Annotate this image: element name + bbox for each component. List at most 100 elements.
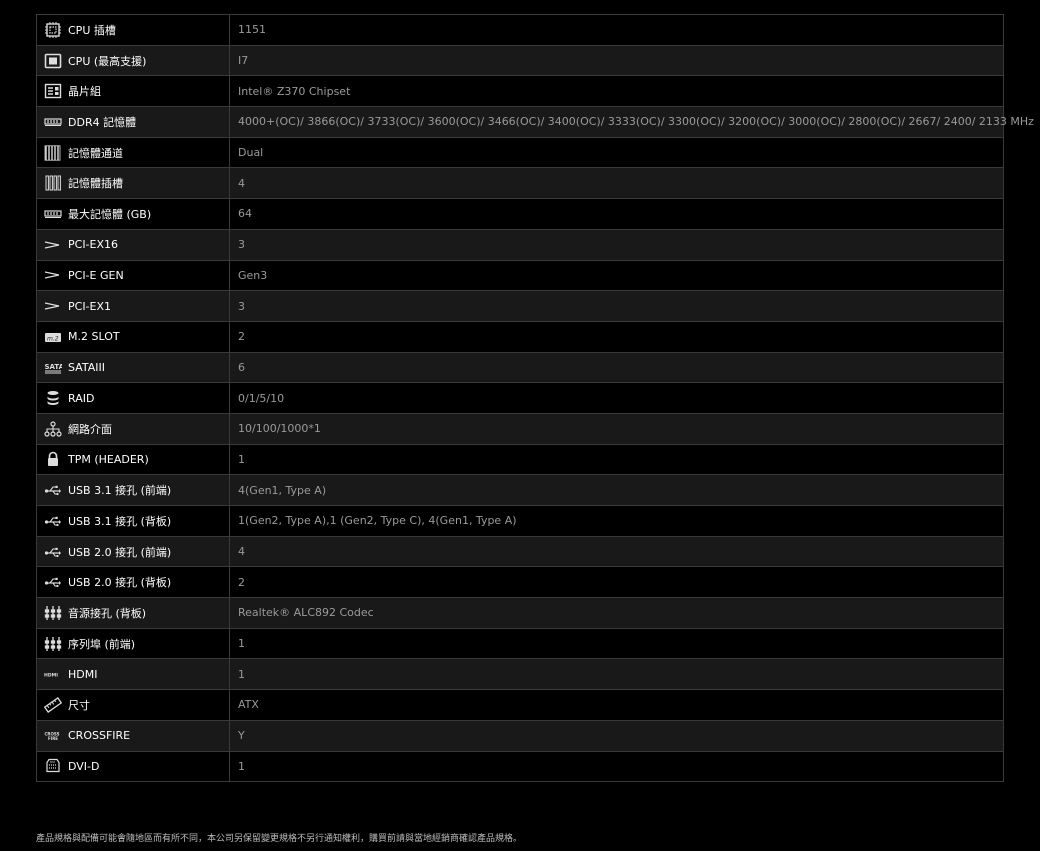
spec-label: CPU (最高支援) <box>68 54 147 68</box>
spec-label: 音源接孔 (背板) <box>68 606 147 620</box>
spec-value: Dual <box>229 136 1004 169</box>
spec-label-cell: USB 3.1 接孔 (前端) <box>36 474 230 506</box>
spec-label: USB 3.1 接孔 (前端) <box>68 484 172 498</box>
memory-channel-icon <box>44 144 62 161</box>
spec-label: TPM (HEADER) <box>68 452 149 466</box>
spec-value: Realtek® ALC892 Codec <box>229 597 1004 629</box>
spec-row: 尺寸 ATX <box>36 689 1004 721</box>
spec-label-cell: SATA SATAIII <box>36 351 230 384</box>
pcie-icon <box>44 267 62 283</box>
m2-icon: m.2 <box>44 329 62 345</box>
spec-row: 記憶體通道 Dual <box>36 136 1004 169</box>
spec-label: 記憶體插槽 <box>68 177 123 191</box>
spec-table-body: CPU 插槽 1151 CPU (最高支援) I7 晶片組 Intel® Z370 Chi… <box>36 14 1034 783</box>
spec-value: 4 <box>229 167 1004 200</box>
spec-label-cell: RAID <box>36 382 230 414</box>
spec-value: 0/1/5/10 <box>229 382 1004 414</box>
audio-jack-icon <box>44 605 62 621</box>
spec-label-cell: 記憶體插槽 <box>36 167 230 200</box>
dvi-icon: DVI <box>44 758 62 774</box>
chipset-icon <box>44 83 62 99</box>
spec-row: SATA SATAIII 6 <box>36 351 1004 384</box>
usb-icon <box>44 544 62 560</box>
spec-label-cell: CPU 插槽 <box>36 14 230 46</box>
spec-row: 音源接孔 (背板) Realtek® ALC892 Codec <box>36 597 1004 629</box>
spec-label-cell: 最大記憶體 (GB) <box>36 198 230 230</box>
cpu-icon <box>44 53 62 69</box>
spec-value: Intel® Z370 Chipset <box>229 75 1004 108</box>
spec-row: USB 3.1 接孔 (背板) 1(Gen2, Type A),1 (Gen2, … <box>36 505 1004 537</box>
spec-label-cell: PCI-EX16 <box>36 228 230 261</box>
spec-label: SATAIII <box>68 360 105 374</box>
usb-icon <box>44 574 62 590</box>
pcie-icon <box>44 298 62 314</box>
spec-row: CROSS FIRE CROSSFIRE Y <box>36 719 1004 752</box>
spec-row: m.2 M.2 SLOT 2 <box>36 320 1004 353</box>
spec-label-cell: 網路介面 <box>36 412 230 445</box>
spec-row: 網路介面 10/100/1000*1 <box>36 412 1004 445</box>
memory-icon <box>44 206 62 222</box>
spec-label-cell: DVI DVI-D <box>36 750 230 783</box>
spec-label-cell: USB 3.1 接孔 (背板) <box>36 505 230 537</box>
spec-value: 4(Gen1, Type A) <box>229 474 1004 506</box>
spec-label-cell: CROSS FIRE CROSSFIRE <box>36 719 230 752</box>
spec-row: HDMI HDMI 1 <box>36 658 1004 691</box>
spec-row: USB 2.0 接孔 (背板) 2 <box>36 566 1004 599</box>
spec-label: 記憶體通道 <box>68 146 123 160</box>
lock-icon <box>44 451 62 467</box>
spec-row: RAID 0/1/5/10 <box>36 382 1004 414</box>
spec-label: USB 2.0 接孔 (背板) <box>68 576 172 590</box>
spec-value: 4 <box>229 535 1004 568</box>
spec-label: PCI-EX16 <box>68 238 119 252</box>
spec-value: 3 <box>229 228 1004 261</box>
spec-value: 1 <box>229 443 1004 476</box>
spec-value: 64 <box>229 198 1004 230</box>
spec-label: DVI-D <box>68 759 100 773</box>
spec-label-cell: USB 2.0 接孔 (前端) <box>36 535 230 568</box>
sata-icon: SATA <box>44 359 62 375</box>
spec-label-cell: 晶片組 <box>36 75 230 108</box>
spec-label-cell: USB 2.0 接孔 (背板) <box>36 566 230 599</box>
spec-label: USB 3.1 接孔 (背板) <box>68 514 172 528</box>
spec-value: 1(Gen2, Type A),1 (Gen2, Type C), 4(Gen1… <box>229 505 1004 537</box>
spec-label-cell: 記憶體通道 <box>36 136 230 169</box>
spec-value: 2 <box>229 320 1004 353</box>
spec-label: CROSSFIRE <box>68 729 131 743</box>
audio-jack-icon <box>44 636 62 652</box>
spec-label-cell: PCI-E GEN <box>36 259 230 292</box>
spec-row: PCI-E GEN Gen3 <box>36 259 1004 292</box>
spec-value: Gen3 <box>229 259 1004 292</box>
spec-value: ATX <box>229 689 1004 721</box>
spec-row: PCI-EX1 3 <box>36 290 1004 322</box>
spec-value: 1 <box>229 750 1004 783</box>
spec-label: 晶片組 <box>68 85 101 99</box>
spec-value: 1 <box>229 627 1004 660</box>
spec-value: 1 <box>229 658 1004 691</box>
spec-label: PCI-EX1 <box>68 299 112 313</box>
spec-label: M.2 SLOT <box>68 330 120 344</box>
spec-label: 最大記憶體 (GB) <box>68 207 152 221</box>
spec-label-cell: CPU (最高支援) <box>36 44 230 77</box>
cpu-socket-icon <box>44 21 62 38</box>
memory-slot-icon <box>44 175 62 191</box>
disclaimer-footnote: 產品規格與配備可能會隨地區而有所不同，本公司另保留變更規格不另行通知權利，購買前… <box>36 834 523 844</box>
svg-text:FIRE: FIRE <box>48 736 58 741</box>
spec-label: 網路介面 <box>68 422 112 436</box>
svg-text:DVI: DVI <box>50 760 55 764</box>
spec-label: 序列埠 (前端) <box>68 637 136 651</box>
spec-row: 晶片組 Intel® Z370 Chipset <box>36 75 1004 108</box>
svg-text:m.2: m.2 <box>47 335 59 342</box>
spec-table: CPU 插槽 1151 CPU (最高支援) I7 晶片組 Intel® Z370 Chi… <box>36 14 1034 783</box>
spec-value: 4000+(OC)/ 3866(OC)/ 3733(OC)/ 3600(OC)/… <box>229 106 1034 138</box>
spec-value: 6 <box>229 351 1004 384</box>
spec-label: HDMI <box>68 667 98 681</box>
usb-icon <box>44 482 62 498</box>
spec-label: PCI-E GEN <box>68 268 124 282</box>
svg-text:SATA: SATA <box>45 363 63 371</box>
spec-label-cell: m.2 M.2 SLOT <box>36 320 230 353</box>
spec-row: USB 3.1 接孔 (前端) 4(Gen1, Type A) <box>36 474 1004 506</box>
spec-row: CPU 插槽 1151 <box>36 14 1004 46</box>
usb-icon <box>44 513 62 529</box>
spec-label: DDR4 記憶體 <box>68 115 137 129</box>
spec-label-cell: HDMI HDMI <box>36 658 230 691</box>
